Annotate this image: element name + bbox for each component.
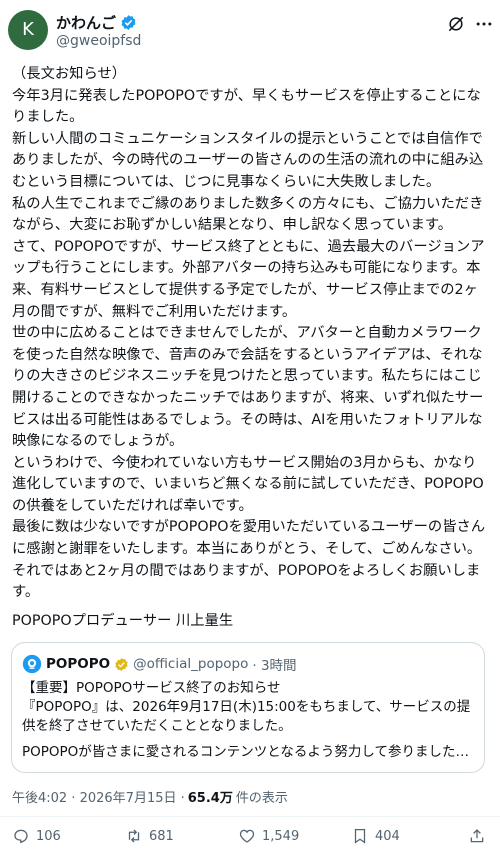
bookmark-icon [354, 828, 366, 844]
grok-icon[interactable] [446, 14, 466, 34]
popopo-logo-icon [22, 654, 42, 674]
heart-icon [239, 829, 255, 843]
divider [0, 816, 500, 817]
views-count: 65.4万 [187, 791, 233, 806]
post-header: K かわんご @gweoipfsd [0, 0, 500, 56]
share-button[interactable] [468, 827, 486, 845]
share-icon [470, 829, 484, 843]
like-count: 1,549 [262, 828, 300, 844]
repost-button[interactable]: 681 [125, 827, 174, 845]
quoted-verified-badge-icon [115, 657, 128, 671]
views-label: 件の表示 [235, 791, 288, 806]
user-handle[interactable]: @gweoipfsd [56, 33, 141, 49]
name-row: かわんご [56, 12, 137, 33]
like-button[interactable]: 1,549 [238, 827, 299, 845]
quoted-post-truncated-line: POPOPOが皆さまに愛されるコンテンツとなるよう努力して参りましたが、こ… [22, 744, 478, 760]
bookmark-button[interactable]: 404 [351, 827, 400, 845]
action-bar: 106 681 1,549 404 [0, 827, 500, 849]
repost-count: 681 [149, 828, 174, 844]
reply-button[interactable]: 106 [12, 827, 61, 845]
quoted-author-handle: @official_popopo [133, 656, 249, 672]
bookmark-count: 404 [375, 828, 400, 844]
repost-icon [128, 829, 140, 843]
avatar[interactable]: K [8, 10, 48, 50]
post-signature: POPOPOプロデューサー 川上量生 [12, 613, 234, 629]
quoted-post-text: 【重要】POPOPOサービス終了のお知らせ 『POPOPO』は、2026年9月1… [22, 680, 471, 734]
quoted-post-time: · 3時間 [252, 658, 297, 674]
more-options-icon[interactable] [474, 14, 494, 34]
quoted-author-name: POPOPO [46, 656, 111, 672]
post-datetime[interactable]: 午後4:02 · 2026年7月15日 · [12, 787, 185, 806]
post-text: （長文お知らせ） 今年3月に発表したPOPOPOですが、早くもサービスを停止する… [12, 66, 486, 601]
quoted-post-header: POPOPO @official_popopo · 3時間 [22, 654, 297, 674]
reply-icon [14, 829, 28, 844]
display-name[interactable]: かわんご [56, 12, 116, 33]
post-meta: 午後4:02 · 2026年7月15日 · 65.4万 件の表示 [12, 787, 288, 806]
reply-count: 106 [36, 828, 61, 844]
verified-badge-icon [121, 15, 136, 30]
quoted-post[interactable]: POPOPO @official_popopo · 3時間 【重要】POPOPO… [11, 642, 485, 773]
